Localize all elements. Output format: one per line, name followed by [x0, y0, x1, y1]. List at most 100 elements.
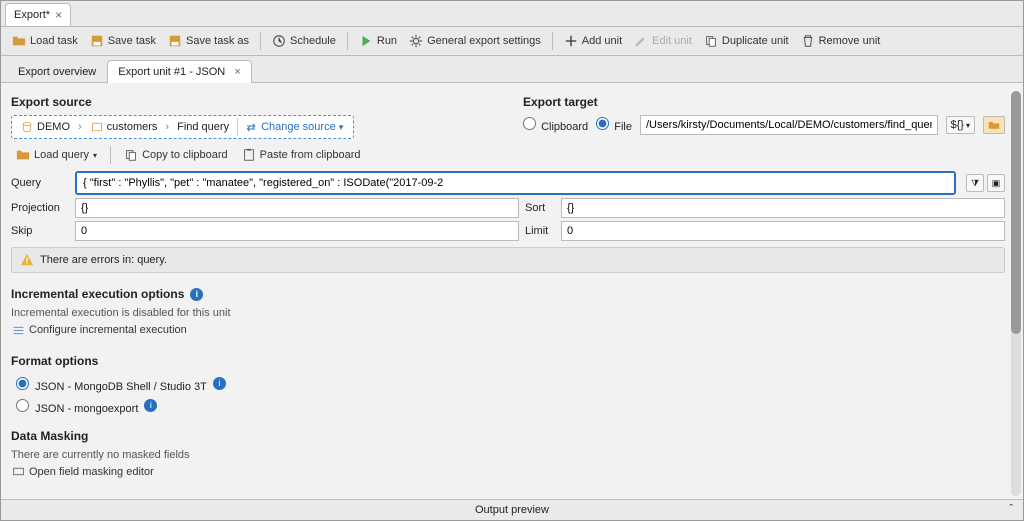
radio-label: JSON - MongoDB Shell / Studio 3T: [35, 381, 207, 393]
remove-unit-button[interactable]: Remove unit: [796, 31, 886, 51]
breadcrumb-db[interactable]: DEMO: [16, 118, 74, 136]
load-task-button[interactable]: Load task: [7, 31, 83, 51]
button-label: Load task: [30, 35, 78, 47]
data-masking-section: Data Masking There are currently no mask…: [11, 429, 1005, 482]
radio-label: File: [614, 121, 632, 133]
button-label: Edit unit: [652, 35, 692, 47]
add-unit-button[interactable]: Add unit: [559, 31, 627, 51]
config-icon: [11, 323, 25, 337]
button-label: Save task as: [186, 35, 249, 47]
button-label: Remove unit: [819, 35, 881, 47]
breadcrumb-collection[interactable]: customers: [86, 118, 162, 136]
incremental-section: Incremental execution options i Incremen…: [11, 287, 1005, 340]
tab-export-overview[interactable]: Export overview: [7, 60, 107, 83]
separator: [110, 146, 111, 164]
projection-label: Projection: [11, 202, 69, 214]
gear-icon: [409, 34, 423, 48]
sort-label: Sort: [525, 202, 555, 214]
sub-tab-bar: Export overview Export unit #1 - JSON ×: [1, 56, 1023, 83]
target-clipboard-radio[interactable]: Clipboard: [523, 117, 588, 133]
vertical-scrollbar[interactable]: [1011, 91, 1021, 496]
info-icon[interactable]: i: [213, 377, 226, 390]
open-masking-editor-button[interactable]: Open field masking editor: [11, 465, 154, 479]
close-icon[interactable]: ×: [234, 66, 240, 78]
mask-icon: [11, 465, 25, 479]
chevron-right-icon: ›: [78, 121, 82, 133]
warning-icon: [20, 253, 34, 267]
info-icon[interactable]: i: [190, 288, 203, 301]
projection-input[interactable]: [75, 198, 519, 218]
separator: [347, 32, 348, 50]
pencil-icon: [634, 34, 648, 48]
change-source-button[interactable]: ⇄ Change source ▾: [237, 118, 349, 136]
limit-input[interactable]: [561, 221, 1005, 241]
collection-icon: [90, 120, 104, 134]
save-icon: [90, 34, 104, 48]
limit-label: Limit: [525, 225, 555, 237]
format-option-2[interactable]: JSON - mongoexport: [11, 396, 138, 415]
button-label: Duplicate unit: [722, 35, 789, 47]
breadcrumb-query[interactable]: Find query: [173, 119, 233, 135]
tab-export-unit-1[interactable]: Export unit #1 - JSON ×: [107, 60, 252, 83]
button-label: Open field masking editor: [29, 466, 154, 478]
clock-icon: [272, 34, 286, 48]
paste-icon: [242, 148, 256, 162]
target-file-radio[interactable]: File: [596, 117, 632, 133]
close-icon[interactable]: ×: [55, 8, 62, 22]
query-input[interactable]: [77, 173, 954, 193]
chevron-down-icon: ▾: [966, 121, 970, 130]
schedule-button[interactable]: Schedule: [267, 31, 341, 51]
radio-label: JSON - mongoexport: [35, 403, 138, 415]
plus-icon: [564, 34, 578, 48]
format-option-1[interactable]: JSON - MongoDB Shell / Studio 3T: [11, 374, 207, 393]
paste-clipboard-button[interactable]: Paste from clipboard: [237, 145, 366, 165]
configure-incremental-button[interactable]: Configure incremental execution: [11, 323, 187, 337]
chevron-down-icon: ▾: [339, 122, 344, 133]
file-tab-export[interactable]: Export* ×: [5, 3, 71, 26]
scrollbar-thumb[interactable]: [1011, 91, 1021, 334]
main-toolbar: Load task Save task Save task as Schedul…: [1, 27, 1023, 56]
button-label: ${}: [951, 119, 964, 131]
save-task-button[interactable]: Save task: [85, 31, 161, 51]
sort-input[interactable]: [561, 198, 1005, 218]
copy-clipboard-button[interactable]: Copy to clipboard: [119, 145, 233, 165]
duplicate-unit-button[interactable]: Duplicate unit: [699, 31, 794, 51]
file-tab-label: Export*: [14, 9, 50, 21]
radio-label: Clipboard: [541, 121, 588, 133]
play-icon: [359, 34, 373, 48]
button-label: Schedule: [290, 35, 336, 47]
folder-open-icon: [16, 148, 30, 162]
file-tab-bar: Export* ×: [1, 1, 1023, 27]
format-token-button[interactable]: ${}▾: [946, 116, 975, 134]
load-query-button[interactable]: Load query ▾: [11, 145, 102, 165]
save-task-as-button[interactable]: Save task as: [163, 31, 254, 51]
output-preview-label: Output preview: [475, 504, 549, 516]
button-label: Load query: [34, 149, 89, 161]
swap-icon: ⇄: [244, 120, 258, 134]
tab-label: Export overview: [18, 66, 96, 78]
query-folder-button[interactable]: ▣: [987, 174, 1005, 192]
incremental-disabled-text: Incremental execution is disabled for th…: [11, 307, 1005, 319]
general-settings-button[interactable]: General export settings: [404, 31, 546, 51]
export-source-title: Export source: [11, 95, 493, 109]
masking-status-text: There are currently no masked fields: [11, 449, 1005, 461]
format-options-section: Format options JSON - MongoDB Shell / St…: [11, 354, 1005, 415]
info-icon[interactable]: i: [144, 399, 157, 412]
export-target-title: Export target: [523, 95, 1005, 109]
content-pane: Export source DEMO › customers: [1, 83, 1023, 520]
copy-icon: [704, 34, 718, 48]
output-preview-bar[interactable]: Output preview ˆ: [1, 499, 1023, 520]
button-label: Run: [377, 35, 397, 47]
target-path-input[interactable]: [640, 115, 938, 135]
browse-folder-button[interactable]: [983, 116, 1005, 134]
chevron-right-icon: ›: [165, 121, 169, 133]
run-button[interactable]: Run: [354, 31, 402, 51]
chevron-up-icon: ˆ: [1009, 503, 1013, 515]
section-title: Format options: [11, 354, 98, 368]
save-as-icon: [168, 34, 182, 48]
button-label: Add unit: [582, 35, 622, 47]
skip-input[interactable]: [75, 221, 519, 241]
error-bar: There are errors in: query.: [11, 247, 1005, 273]
folder-icon: [988, 119, 1000, 131]
query-filter-button[interactable]: ⧩: [966, 174, 984, 192]
